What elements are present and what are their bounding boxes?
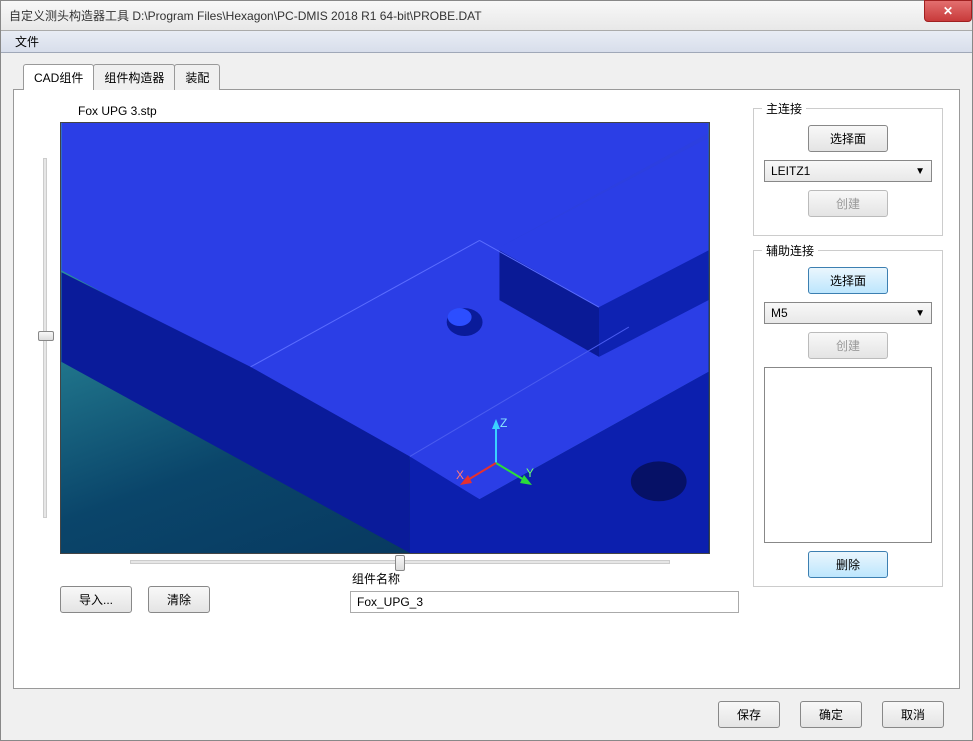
vertical-slider-track[interactable] xyxy=(43,158,47,518)
vertical-slider[interactable] xyxy=(30,122,60,554)
close-button[interactable]: ✕ xyxy=(924,0,972,22)
menubar: 文件 xyxy=(1,31,972,53)
main-select-face-button[interactable]: 选择面 xyxy=(808,125,888,152)
close-icon: ✕ xyxy=(943,4,953,18)
tab-cad-component[interactable]: CAD组件 xyxy=(23,64,94,90)
content-area: CAD组件 组件构造器 装配 Fox UPG 3.stp xyxy=(1,53,972,740)
cad-3d-viewport[interactable]: Z Y X xyxy=(60,122,710,554)
tab-assembly[interactable]: 装配 xyxy=(174,64,220,90)
aux-connection-type-value: M5 xyxy=(771,306,788,320)
tab-panel-cad: Fox UPG 3.stp xyxy=(13,89,960,689)
save-button[interactable]: 保存 xyxy=(718,701,780,728)
dialog-footer: 保存 确定 取消 xyxy=(13,689,960,730)
clear-button[interactable]: 清除 xyxy=(148,586,210,613)
aux-connection-group: 辅助连接 选择面 M5 ▼ 创建 删除 xyxy=(753,250,943,587)
aux-create-button: 创建 xyxy=(808,332,888,359)
main-connection-type-select[interactable]: LEITZ1 ▼ xyxy=(764,160,932,182)
window-title: 自定义测头构造器工具 D:\Program Files\Hexagon\PC-D… xyxy=(9,7,482,24)
horizontal-slider[interactable] xyxy=(130,560,670,564)
aux-connection-listbox[interactable] xyxy=(764,367,932,543)
chevron-down-icon: ▼ xyxy=(915,308,931,319)
main-connection-label: 主连接 xyxy=(762,100,806,117)
titlebar[interactable]: 自定义测头构造器工具 D:\Program Files\Hexagon\PC-D… xyxy=(1,1,972,31)
window-root: 自定义测头构造器工具 D:\Program Files\Hexagon\PC-D… xyxy=(0,0,973,741)
main-connection-group: 主连接 选择面 LEITZ1 ▼ 创建 xyxy=(753,108,943,236)
tab-strip: CAD组件 组件构造器 装配 xyxy=(23,63,960,89)
tab-component-builder[interactable]: 组件构造器 xyxy=(93,64,175,90)
main-create-button: 创建 xyxy=(808,190,888,217)
chevron-down-icon: ▼ xyxy=(915,166,931,177)
cad-model-cross xyxy=(61,123,709,553)
component-name-label: 组件名称 xyxy=(352,570,739,587)
menu-file[interactable]: 文件 xyxy=(7,31,47,52)
import-button[interactable]: 导入... xyxy=(60,586,132,613)
aux-delete-button[interactable]: 删除 xyxy=(808,551,888,578)
horizontal-slider-thumb[interactable] xyxy=(395,555,405,571)
ok-button[interactable]: 确定 xyxy=(800,701,862,728)
aux-connection-label: 辅助连接 xyxy=(762,242,818,259)
cad-filename: Fox UPG 3.stp xyxy=(78,104,739,118)
aux-connection-type-select[interactable]: M5 ▼ xyxy=(764,302,932,324)
component-name-input[interactable] xyxy=(350,591,739,613)
main-connection-type-value: LEITZ1 xyxy=(771,164,810,178)
aux-select-face-button[interactable]: 选择面 xyxy=(808,267,888,294)
vertical-slider-thumb[interactable] xyxy=(38,331,54,341)
cancel-button[interactable]: 取消 xyxy=(882,701,944,728)
